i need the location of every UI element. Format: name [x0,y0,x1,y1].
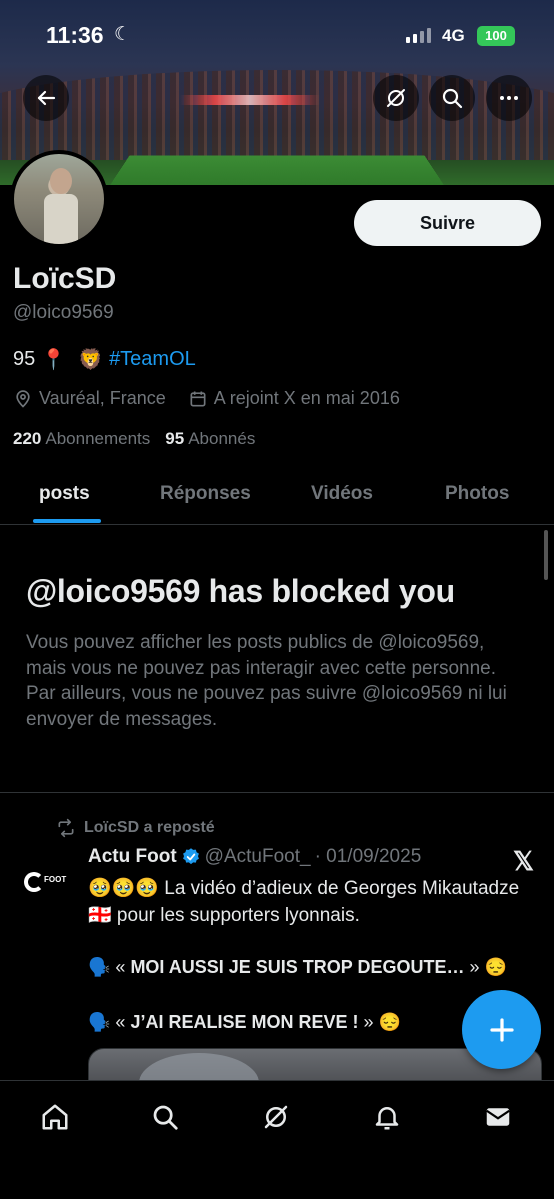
blocked-description: Vous pouvez afficher les posts publics d… [26,632,507,730]
tab-videos[interactable]: Vidéos [311,483,373,505]
verified-badge-icon [182,848,199,865]
quote2-bold: J’AI REALISE MON REVE ! [130,1012,359,1032]
profile-tabs: posts Réponses Vidéos Photos [0,465,554,525]
quote1-suffix: » 😔 [464,957,507,977]
quote1-bold: MOI AUSSI JE SUIS TROP DEGOUTE… [130,957,465,977]
hashtag-link[interactable]: #TeamOL [109,348,196,371]
profile-bio: 95 📍 🦁 #TeamOL [13,347,196,372]
tab-posts[interactable]: posts [39,483,90,505]
grok-button[interactable] [373,75,419,121]
post-author-name[interactable]: Actu Foot [88,846,177,868]
tab-photos[interactable]: Photos [445,483,509,505]
post-header: Actu Foot @ActuFoot_ · 01/09/2025 [88,846,421,868]
avatar-body [44,194,78,244]
network-label: 4G [442,26,465,45]
tab-replies[interactable]: Réponses [160,483,251,505]
banner-stadium-stands [0,70,554,160]
avatar-foot-text: FOOT [44,875,67,884]
profile-handle: @loico9569 [13,302,114,323]
followers-count: 95 [165,429,185,448]
avatar[interactable] [10,150,108,248]
grok-icon [264,1105,288,1129]
nav-messages[interactable] [478,1097,518,1137]
battery-indicator: 100 [477,26,515,46]
banner-stadium-lights [180,95,320,105]
compose-button[interactable] [462,990,541,1069]
back-button[interactable] [23,75,69,121]
quote2-prefix: 🗣️ « [88,1012,131,1032]
divider [0,792,554,793]
nav-grok[interactable] [256,1097,296,1137]
mail-icon [486,1108,510,1126]
blocked-title: @loico9569 has blocked you [26,573,455,609]
actufoot-logo-icon [24,872,44,892]
banner-pitch [109,155,445,185]
location-text: Vauréal, France [39,388,166,408]
x-logo-icon: 𝕏 [513,846,534,876]
active-tab-indicator [33,519,101,523]
grok-icon [387,89,405,107]
post-author-avatar[interactable]: FOOT [18,860,68,900]
repost-indicator: LoïcSD a reposté [56,818,215,838]
nav-search[interactable] [145,1097,185,1137]
moon-icon: ☾ [114,24,132,45]
quote1-prefix: 🗣️ « [88,957,131,977]
followers-link[interactable]: 95 Abonnés [165,429,255,449]
back-arrow-icon [37,90,56,106]
plus-icon [489,1017,514,1042]
following-link[interactable]: 220 Abonnements [13,429,150,449]
repost-label: LoïcSD a reposté [84,819,215,836]
following-count: 220 [13,429,42,448]
profile-meta: Vauréal, France A rejoint X en mai 2016 [13,388,400,409]
nav-home[interactable] [35,1097,75,1137]
status-bar: 11:36 ☾ 4G 100 [0,22,554,52]
follow-counts: 220 Abonnements 95 Abonnés [13,429,255,449]
location-pin-icon [16,389,30,408]
more-icon [500,96,518,100]
scrollbar[interactable] [544,530,548,580]
post-author-handle[interactable]: @ActuFoot_ [205,846,311,868]
more-button[interactable] [486,75,532,121]
status-time: 11:36 [46,22,104,48]
nav-notifications[interactable] [367,1097,407,1137]
bio-count: 95 [13,348,36,370]
following-label: Abonnements [45,429,151,448]
bottom-nav [0,1080,554,1199]
avatar-head [50,168,72,194]
pin-emoji: 📍 [41,349,67,371]
post-quote-1: 🗣️ « MOI AUSSI JE SUIS TROP DEGOUTE… » 😔 [88,957,507,978]
search-icon [153,1105,178,1130]
lion-emoji: 🦁 [78,349,104,371]
profile-joined: A rejoint X en mai 2016 [188,388,400,409]
joined-text: A rejoint X en mai 2016 [213,388,400,408]
search-icon [442,88,463,109]
followers-label: Abonnés [188,429,256,448]
calendar-icon [190,391,206,406]
post-quote-2: 🗣️ « J’AI REALISE MON REVE ! » 😔 [88,1012,401,1033]
home-icon [42,1104,68,1130]
signal-icon [406,28,431,43]
search-button[interactable] [429,75,475,121]
follow-button[interactable]: Suivre [354,200,541,246]
post-text: 🥹🥹🥹 La vidéo d’adieux de Georges Mikauta… [88,878,520,926]
quote2-suffix: » 😔 [358,1012,401,1032]
post-date: · 01/09/2025 [314,846,422,867]
profile-location: Vauréal, France [13,388,166,409]
profile-name: LoïcSD [13,262,117,295]
repost-icon [58,818,74,838]
bell-icon [375,1107,399,1130]
